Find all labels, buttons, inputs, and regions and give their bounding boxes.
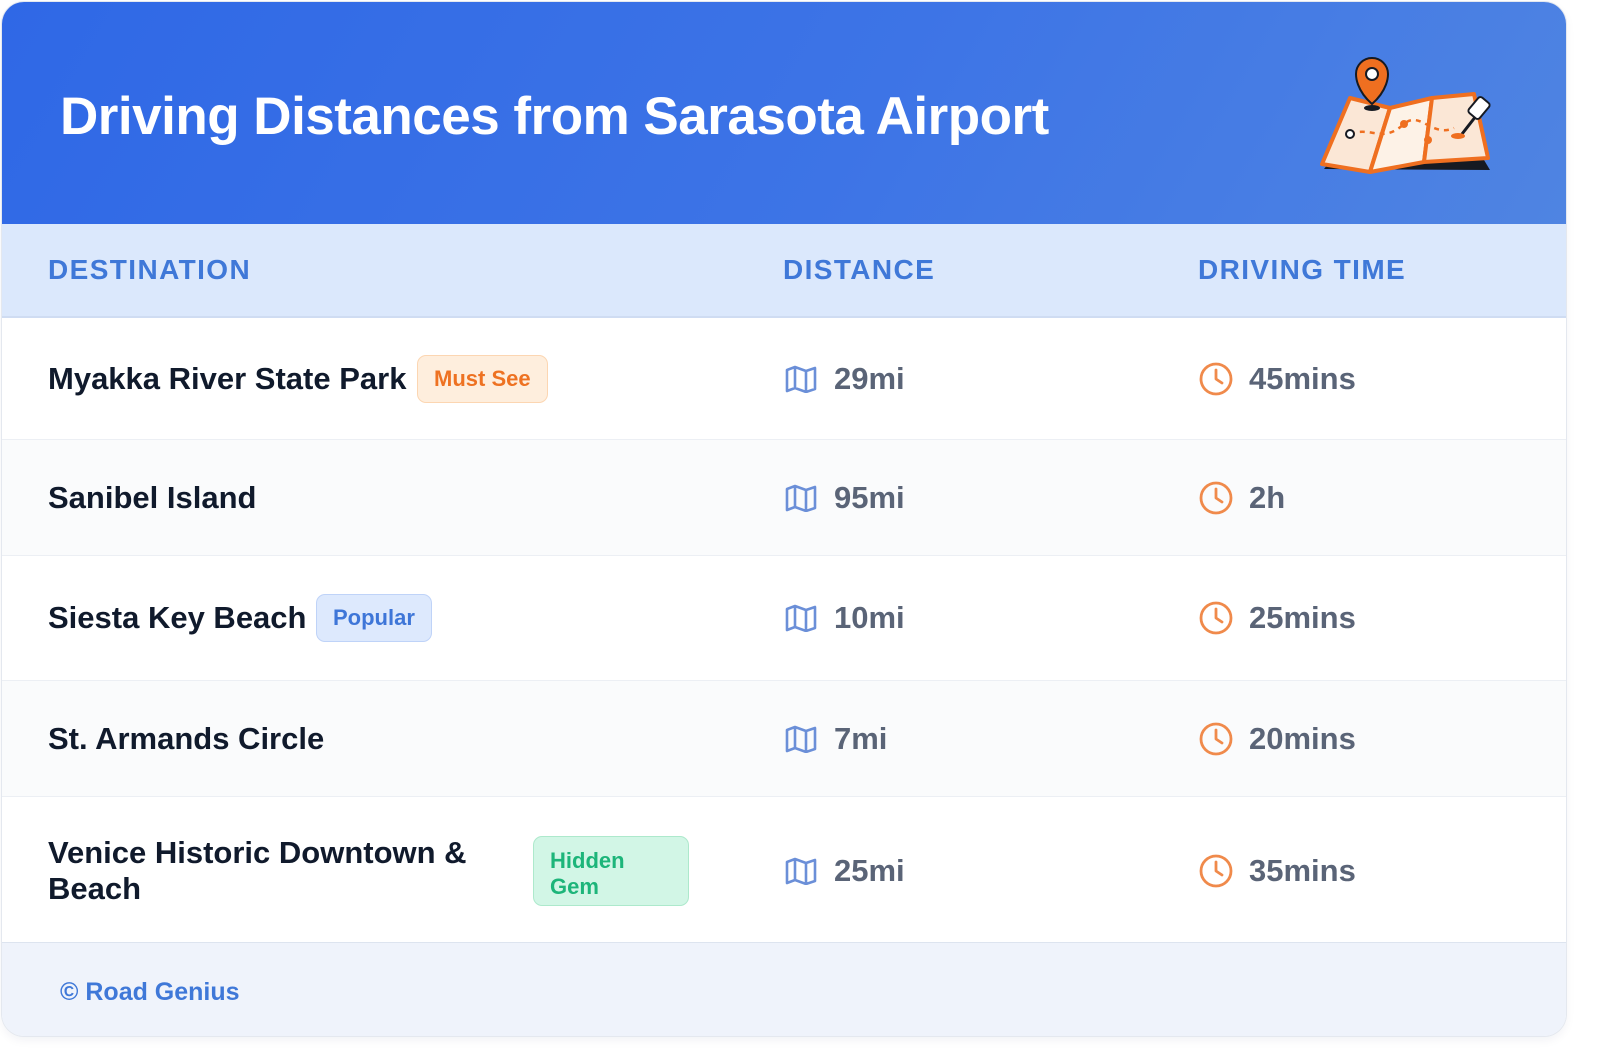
copyright-credit: © Road Genius: [60, 978, 240, 1006]
driving-time-value: 45mins: [1249, 360, 1356, 396]
map-icon: [785, 365, 817, 393]
must-see-badge: Must See: [417, 354, 548, 403]
card-header: Driving Distances from Sarasota Airport: [2, 2, 1566, 224]
popular-badge: Popular: [316, 594, 432, 642]
clock-icon: [1199, 854, 1233, 888]
distance-value: 95mi: [834, 479, 905, 515]
map-icon: [785, 484, 817, 512]
clock-icon: [1199, 481, 1233, 514]
column-header-driving-time: DRIVING TIME: [1198, 254, 1407, 285]
distance-value: 7mi: [834, 720, 888, 756]
table-row: Myakka River State Park Must See 29mi 45…: [2, 318, 1566, 440]
driving-time-value: 25mins: [1249, 600, 1356, 635]
column-header-distance: DISTANCE: [783, 254, 936, 285]
driving-time-value: 2h: [1249, 479, 1286, 515]
driving-time-value: 35mins: [1249, 853, 1356, 888]
destination-name: St. Armands Circle: [48, 720, 325, 756]
destination-name: Sanibel Island: [48, 479, 257, 515]
hidden-gem-badge: Hidden Gem: [533, 836, 689, 906]
table-row: Venice Historic Downtown & Beach Hidden …: [2, 797, 1566, 945]
destination-name: Siesta Key Beach: [48, 600, 307, 635]
driving-time-value: 20mins: [1249, 720, 1356, 756]
distance-value: 25mi: [834, 853, 905, 888]
map-icon: [785, 725, 817, 753]
table-header: DESTINATION DISTANCE DRIVING TIME: [2, 224, 1566, 318]
card-footer: © Road Genius: [2, 942, 1566, 1036]
distance-value: 10mi: [834, 600, 905, 635]
clock-icon: [1199, 362, 1233, 395]
destination-name: Venice Historic Downtown & Beach: [48, 835, 467, 906]
table-row: Sanibel Island 95mi 2h: [2, 440, 1566, 556]
column-header-destination: DESTINATION: [48, 254, 252, 285]
clock-icon: [1199, 722, 1233, 755]
clock-icon: [1199, 601, 1233, 635]
table-row: St. Armands Circle 7mi 20mins: [2, 681, 1566, 797]
map-pin-illustration-icon: [1320, 57, 1491, 174]
page-title: Driving Distances from Sarasota Airport: [60, 87, 1049, 146]
map-icon: [785, 857, 817, 885]
map-icon: [785, 604, 817, 632]
distance-card: Driving Distances from Sarasota Airport …: [2, 2, 1566, 1036]
table-row: Siesta Key Beach Popular 10mi 25mins: [2, 556, 1566, 681]
destination-name: Myakka River State Park: [48, 360, 407, 396]
distance-value: 29mi: [834, 360, 905, 396]
